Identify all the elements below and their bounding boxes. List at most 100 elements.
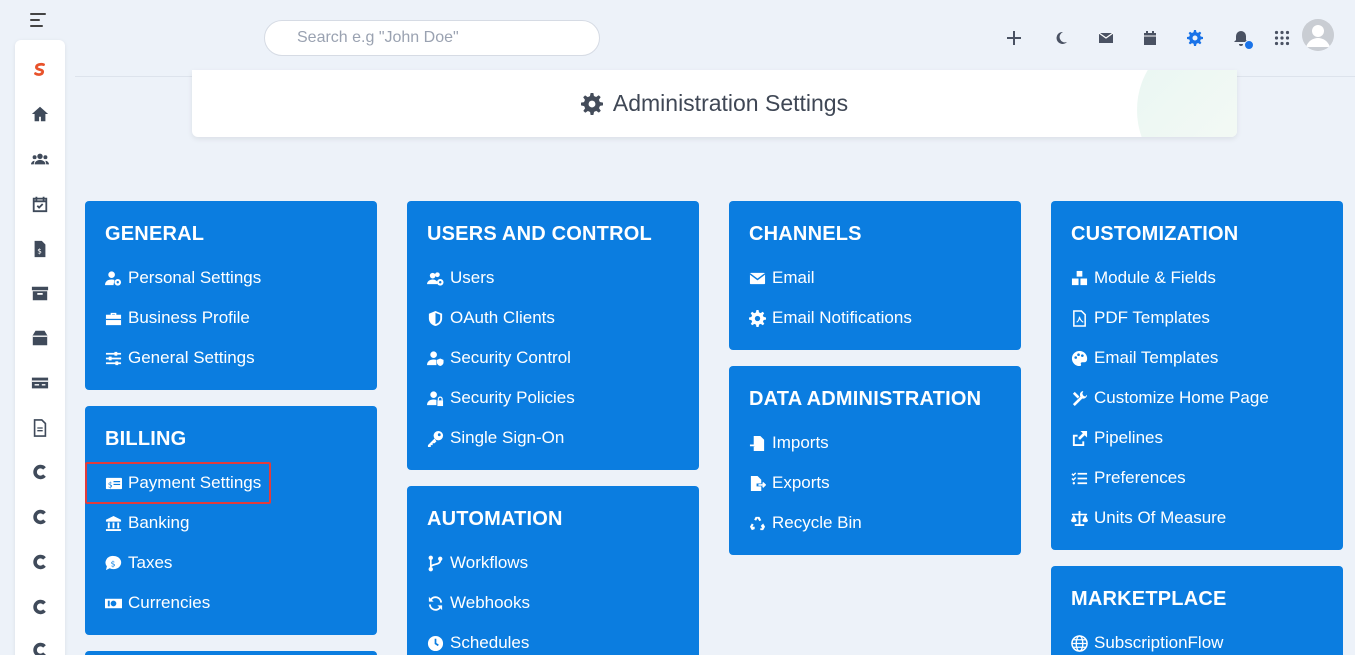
sync-icon — [428, 595, 443, 611]
recycle-icon — [749, 516, 766, 530]
link-oauth-clients[interactable]: OAuth Clients — [427, 298, 679, 338]
shield-icon — [428, 310, 443, 326]
link-label: PDF Templates — [1094, 308, 1210, 327]
palette-icon — [1071, 350, 1088, 366]
link-label: Exports — [772, 473, 830, 492]
logo-icon[interactable] — [30, 60, 50, 80]
page-header-card: Administration Settings — [192, 70, 1237, 137]
link-taxes[interactable]: $ Taxes — [105, 543, 357, 583]
link-email-notifications[interactable]: Email Notifications — [749, 298, 1001, 338]
key-icon — [427, 430, 444, 447]
bank-icon — [105, 515, 122, 531]
link-personal-settings[interactable]: Personal Settings — [105, 258, 357, 298]
svg-text:$: $ — [37, 247, 42, 256]
link-single-sign-on[interactable]: Single Sign-On — [427, 418, 679, 458]
menu-toggle-icon[interactable] — [30, 13, 46, 27]
link-label: Webhooks — [450, 593, 531, 612]
card-title: AUTOMATION — [427, 508, 563, 530]
link-exports[interactable]: Exports — [749, 463, 1001, 503]
list-check-icon — [1071, 471, 1088, 484]
card-marketplace: MARKETPLACE SubscriptionFlow — [1051, 566, 1343, 655]
link-email-templates[interactable]: Email Templates — [1071, 338, 1323, 378]
archive-icon[interactable] — [30, 283, 50, 303]
file-pdf-icon — [1073, 309, 1086, 327]
card-customization: CUSTOMIZATION Module & Fields PDF Templa… — [1051, 201, 1343, 550]
link-label: Banking — [128, 513, 190, 532]
link-security-control[interactable]: Security Control — [427, 338, 679, 378]
link-label: Security Control — [450, 348, 571, 367]
link-label: Pipelines — [1094, 428, 1163, 447]
money-icon — [105, 598, 122, 608]
users-icon[interactable] — [30, 149, 50, 169]
link-pdf-templates[interactable]: PDF Templates — [1071, 298, 1323, 338]
card-title: MARKETPLACE — [1071, 588, 1227, 610]
invoice-icon[interactable]: $ — [30, 239, 50, 259]
link-label: Customize Home Page — [1094, 388, 1269, 407]
gear-icon[interactable] — [1184, 27, 1206, 49]
card-title: CUSTOMIZATION — [1071, 223, 1239, 245]
card-data-administration: DATA ADMINISTRATION Imports Exports Recy… — [729, 366, 1021, 555]
link-label: Email Notifications — [772, 308, 912, 327]
link-customize-home-page[interactable]: Customize Home Page — [1071, 378, 1323, 418]
card-title: GENERAL — [105, 223, 205, 245]
link-imports[interactable]: Imports — [749, 423, 1001, 463]
link-label: Recycle Bin — [772, 513, 862, 532]
branch-icon — [428, 555, 443, 571]
link-preferences[interactable]: Preferences — [1071, 458, 1323, 498]
box-icon[interactable] — [30, 328, 50, 348]
tools-icon — [1072, 390, 1088, 406]
link-users[interactable]: Users — [427, 258, 679, 298]
highlight-box — [85, 462, 271, 504]
c-icon[interactable] — [30, 640, 50, 655]
link-pipelines[interactable]: Pipelines — [1071, 418, 1323, 458]
share-square-icon — [1072, 430, 1088, 446]
c-icon[interactable] — [30, 462, 50, 482]
link-label: Module & Fields — [1094, 268, 1216, 287]
apps-grid-icon[interactable] — [1271, 27, 1293, 49]
document-icon[interactable] — [30, 418, 50, 438]
link-subscriptionflow[interactable]: SubscriptionFlow — [1071, 623, 1323, 655]
globe-icon — [1071, 634, 1088, 652]
link-recycle-bin[interactable]: Recycle Bin — [749, 503, 1001, 543]
link-email[interactable]: Email — [749, 258, 1001, 298]
user-cog-icon — [105, 270, 122, 286]
link-label: Schedules — [450, 633, 530, 652]
link-security-policies[interactable]: Security Policies — [427, 378, 679, 418]
card-title: BILLING — [105, 428, 187, 450]
calendar-check-icon[interactable] — [30, 194, 50, 214]
link-business-profile[interactable]: Business Profile — [105, 298, 357, 338]
search-input[interactable] — [264, 20, 600, 56]
users-cog-icon — [427, 271, 444, 286]
link-webhooks[interactable]: Webhooks — [427, 583, 679, 623]
plus-icon[interactable] — [1003, 27, 1025, 49]
link-module-fields[interactable]: Module & Fields — [1071, 258, 1323, 298]
c-icon[interactable] — [30, 507, 50, 527]
gear-icon — [580, 92, 603, 115]
link-general-settings[interactable]: General Settings — [105, 338, 357, 378]
calendar-icon[interactable] — [1139, 27, 1161, 49]
link-label: General Settings — [128, 348, 255, 367]
tax-bubble-icon: $ — [105, 555, 122, 570]
link-schedules[interactable]: Schedules — [427, 623, 679, 655]
c-icon[interactable] — [30, 552, 50, 572]
link-label: Email Templates — [1094, 348, 1219, 367]
link-label: Business Profile — [128, 308, 250, 327]
card-icon[interactable] — [30, 373, 50, 393]
link-workflows[interactable]: Workflows — [427, 543, 679, 583]
avatar[interactable] — [1302, 19, 1334, 51]
card-partial — [85, 651, 377, 655]
mail-icon[interactable] — [1095, 27, 1117, 49]
envelope-icon — [749, 272, 766, 284]
home-icon[interactable] — [30, 104, 50, 124]
c-icon[interactable] — [30, 597, 50, 617]
link-label: Imports — [772, 433, 829, 452]
file-import-icon — [749, 435, 765, 451]
link-label: SubscriptionFlow — [1094, 633, 1224, 652]
link-banking[interactable]: Banking — [105, 503, 357, 543]
link-label: OAuth Clients — [450, 308, 555, 327]
link-units-of-measure[interactable]: Units Of Measure — [1071, 498, 1323, 538]
moon-icon[interactable] — [1050, 27, 1072, 49]
bell-icon[interactable] — [1230, 27, 1254, 50]
link-currencies[interactable]: Currencies — [105, 583, 357, 623]
link-label: Email — [772, 268, 815, 287]
